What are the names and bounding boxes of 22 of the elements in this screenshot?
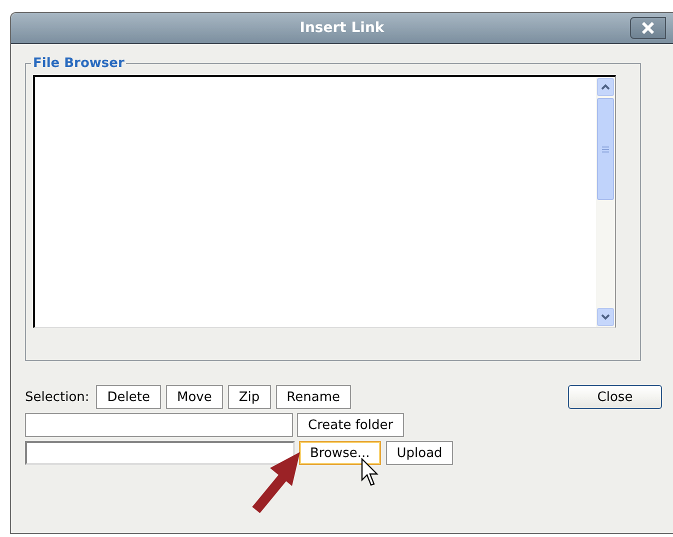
action-button[interactable]: Delete <box>96 385 162 409</box>
scroll-up-button[interactable] <box>597 78 614 96</box>
close-dialog-button[interactable]: Close <box>568 385 662 409</box>
close-button[interactable] <box>630 17 666 39</box>
scroll-down-button[interactable] <box>597 308 614 326</box>
action-button[interactable]: Move <box>166 385 223 409</box>
panel-legend: File Browser <box>31 56 126 71</box>
chevron-up-icon <box>601 84 610 90</box>
file-path-field[interactable] <box>25 441 295 465</box>
scroll-thumb[interactable] <box>597 98 614 200</box>
upload-button[interactable]: Upload <box>386 441 454 465</box>
folder-name-field[interactable] <box>25 413 293 437</box>
action-button[interactable]: Zip <box>228 385 271 409</box>
browse-button[interactable]: Browse... <box>299 441 381 465</box>
window-title: Insert Link <box>300 20 384 36</box>
chevron-down-icon <box>601 314 610 320</box>
grip-icon <box>602 146 609 152</box>
close-icon <box>642 22 654 34</box>
cursor-icon <box>361 458 379 488</box>
create-folder-button[interactable]: Create folder <box>297 413 404 437</box>
action-button[interactable]: Rename <box>276 385 351 409</box>
selection-label: Selection: <box>25 390 90 404</box>
